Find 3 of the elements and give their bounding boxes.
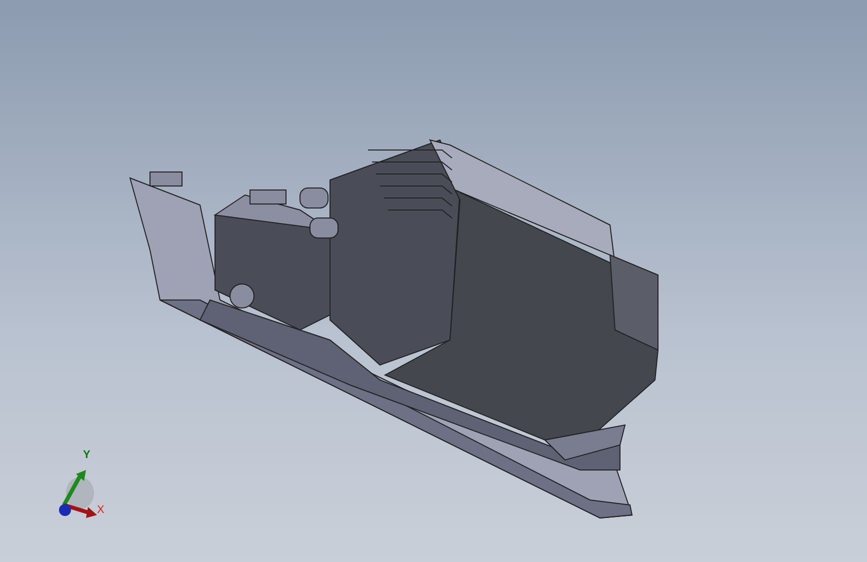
axis-triad-icon (58, 467, 98, 519)
x-axis-label: X (97, 505, 104, 516)
y-axis-label: Y (83, 450, 90, 461)
